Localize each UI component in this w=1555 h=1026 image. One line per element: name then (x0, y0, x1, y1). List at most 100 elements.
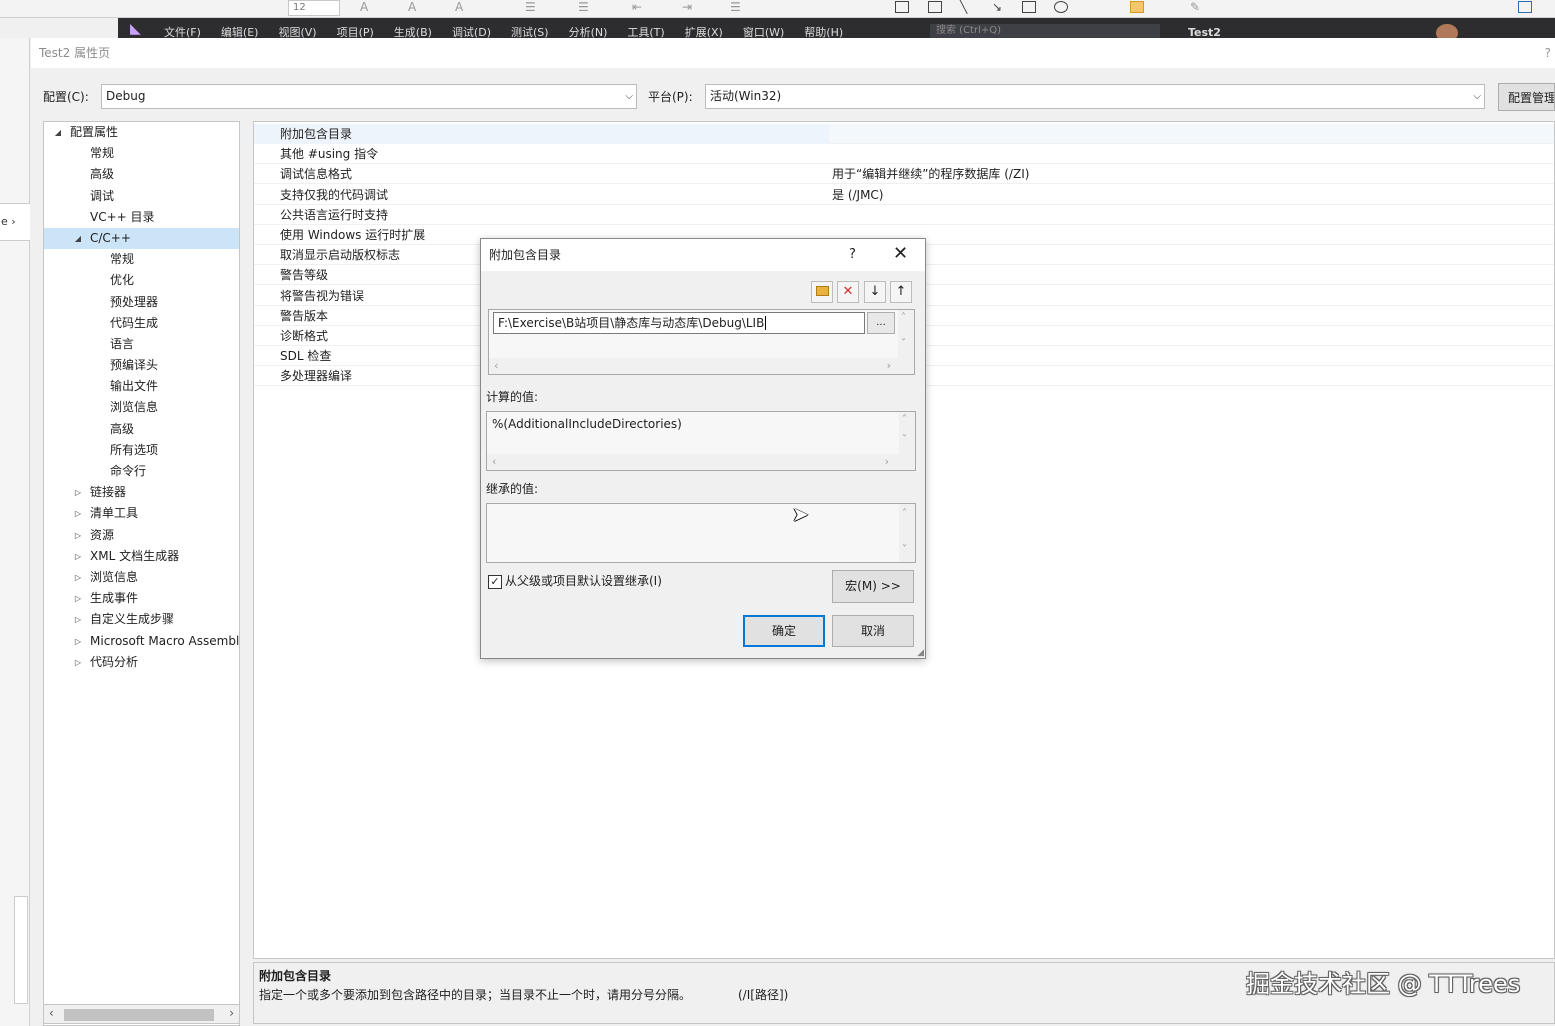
left-scrollbar[interactable] (14, 896, 28, 1004)
tree-item[interactable]: ▷ 自定义生成步骤 (44, 609, 239, 630)
resize-grip-icon[interactable]: ◢ (917, 648, 924, 658)
tree-horizontal-scrollbar[interactable]: ‹ › (43, 1004, 240, 1024)
config-manager-button[interactable]: 配置管理器 (1498, 83, 1555, 111)
move-down-icon[interactable]: ↓ (864, 281, 886, 303)
macro-button[interactable]: 宏(M) >> (832, 570, 914, 603)
list-horizontal-scrollbar[interactable]: ‹ › (489, 358, 899, 374)
menu-file[interactable]: 文件(F) (164, 26, 201, 38)
collapse-arrow-icon[interactable]: ◢ (52, 122, 64, 143)
config-select[interactable]: Debug ⌵ (101, 84, 637, 109)
tree-item[interactable]: ▷ Microsoft Macro Assembler (44, 631, 239, 652)
number-list-icon[interactable]: ☰ (578, 0, 589, 14)
help-icon[interactable]: ? (1545, 38, 1551, 68)
tree-item[interactable]: 预处理器 (44, 292, 239, 313)
inherited-vertical-scrollbar[interactable]: ˄ ˅ (899, 504, 915, 562)
scroll-up-icon[interactable]: ˄ (902, 414, 907, 425)
rectangle-icon[interactable] (1022, 1, 1036, 13)
list-vertical-scrollbar[interactable]: ˄ ˅ (898, 310, 914, 374)
tree-item[interactable]: ▷ 浏览信息 (44, 567, 239, 588)
menu-test[interactable]: 测试(S) (511, 26, 549, 38)
menu-debug[interactable]: 调试(D) (452, 26, 491, 38)
scroll-down-icon[interactable]: ˅ (901, 338, 906, 349)
close-icon[interactable]: ✕ (893, 239, 908, 269)
tree-item[interactable]: 语言 (44, 334, 239, 355)
scroll-left-icon[interactable]: ‹ (494, 358, 498, 374)
oval-icon[interactable] (1054, 1, 1068, 13)
expand-arrow-icon[interactable]: ▷ (72, 546, 84, 567)
tree-item[interactable]: ▷ 资源 (44, 525, 239, 546)
tree-item[interactable]: ◢ C/C++ (44, 227, 239, 250)
scroll-up-icon[interactable]: ˄ (902, 508, 907, 519)
expand-arrow-icon[interactable]: ▷ (72, 652, 84, 673)
tree-item[interactable]: 命令行 (44, 461, 239, 482)
scroll-right-icon[interactable]: › (885, 454, 889, 470)
tree-item[interactable]: ◢ 配置属性 (44, 122, 239, 143)
platform-select[interactable]: 活动(Win32) ⌵ (705, 84, 1485, 109)
property-row[interactable]: 支持仅我的代码调试 是 (/JMC) (254, 185, 1554, 205)
textbox-icon[interactable] (895, 1, 909, 13)
cancel-button[interactable]: 取消 (832, 615, 914, 647)
path-input[interactable]: F:\Exercise\B站项目\静态库与动态库\Debug\LIB (493, 312, 865, 334)
tree-item[interactable]: 常规 (44, 143, 239, 164)
property-value[interactable]: 用于“编辑并继续”的程序数据库 (/ZI) (832, 164, 1029, 184)
font-size-combo[interactable]: 12 (288, 0, 340, 16)
tree-item[interactable]: 高级 (44, 419, 239, 440)
vs-search-input[interactable]: 搜索 (Ctrl+Q) (930, 24, 1160, 38)
directory-list[interactable]: F:\Exercise\B站项目\静态库与动态库\Debug\LIB ... ˄… (488, 309, 915, 375)
clear-format-icon[interactable]: A (455, 0, 463, 14)
shapes-icon[interactable] (1130, 1, 1144, 13)
solution-tab[interactable]: e › (0, 203, 30, 241)
font-grow-icon[interactable]: A (360, 0, 368, 14)
tree-item[interactable]: 预编译头 (44, 355, 239, 376)
menu-tools[interactable]: 工具(T) (627, 26, 664, 38)
line-spacing-icon[interactable]: ☰ (730, 0, 741, 14)
property-row[interactable]: 附加包含目录 (254, 124, 1554, 144)
property-row[interactable]: 调试信息格式 用于“编辑并继续”的程序数据库 (/ZI) (254, 164, 1554, 185)
menu-extensions[interactable]: 扩展(X) (685, 26, 723, 38)
vertical-textbox-icon[interactable] (928, 1, 942, 13)
menu-build[interactable]: 生成(B) (394, 26, 432, 38)
menu-view[interactable]: 视图(V) (278, 26, 316, 38)
move-up-icon[interactable]: ↑ (890, 281, 912, 303)
scroll-thumb[interactable] (64, 1009, 214, 1021)
menu-analyze[interactable]: 分析(N) (569, 26, 608, 38)
tree-item[interactable]: ▷ 清单工具 (44, 503, 239, 524)
property-value[interactable]: 是 (/JMC) (832, 185, 884, 205)
tree-item[interactable]: VC++ 目录 (44, 207, 239, 228)
scroll-down-icon[interactable]: ˅ (902, 544, 907, 555)
expand-arrow-icon[interactable]: ▷ (72, 503, 84, 524)
tree-item[interactable]: ▷ 生成事件 (44, 588, 239, 609)
tree-item[interactable]: ▷ 代码分析 (44, 652, 239, 673)
font-shrink-icon[interactable]: A (408, 0, 416, 14)
property-row[interactable]: 公共语言运行时支持 (254, 205, 1554, 225)
expand-arrow-icon[interactable]: ▷ (72, 567, 84, 588)
browse-button[interactable]: ... (867, 312, 895, 334)
inherit-checkbox[interactable]: ✓ (488, 575, 502, 589)
bullet-list-icon[interactable]: ☰ (525, 0, 536, 14)
expand-arrow-icon[interactable]: ▷ (72, 609, 84, 630)
dialog-help-icon[interactable]: ? (849, 239, 856, 271)
tree-item[interactable]: 代码生成 (44, 313, 239, 334)
avatar[interactable] (1436, 24, 1458, 38)
computed-vertical-scrollbar[interactable]: ˄ ˅ (899, 412, 915, 470)
tree-item[interactable]: 输出文件 (44, 376, 239, 397)
expand-arrow-icon[interactable]: ▷ (72, 482, 84, 503)
decrease-indent-icon[interactable]: ⇤ (632, 0, 642, 14)
tree-item[interactable]: 浏览信息 (44, 397, 239, 418)
increase-indent-icon[interactable]: ⇥ (682, 0, 692, 14)
delete-icon[interactable]: ✕ (837, 281, 859, 303)
menu-edit[interactable]: 编辑(E) (221, 26, 259, 38)
tree-item[interactable]: ▷ 链接器 (44, 482, 239, 503)
scroll-right-icon[interactable]: › (887, 358, 891, 374)
tree-item[interactable]: ▷ XML 文档生成器 (44, 546, 239, 567)
ok-button[interactable]: 确定 (743, 615, 825, 647)
scroll-down-icon[interactable]: ˅ (902, 434, 907, 445)
new-line-icon[interactable] (811, 281, 833, 303)
scroll-left-icon[interactable]: ‹ (492, 454, 496, 470)
arrow-line-icon[interactable]: ↘ (992, 0, 1002, 14)
tree-item[interactable]: 所有选项 (44, 440, 239, 461)
display-icon[interactable] (1518, 1, 1532, 13)
scroll-left-icon[interactable]: ‹ (49, 1006, 54, 1020)
tree-item[interactable]: 调试 (44, 186, 239, 207)
scroll-right-icon[interactable]: › (229, 1006, 234, 1020)
